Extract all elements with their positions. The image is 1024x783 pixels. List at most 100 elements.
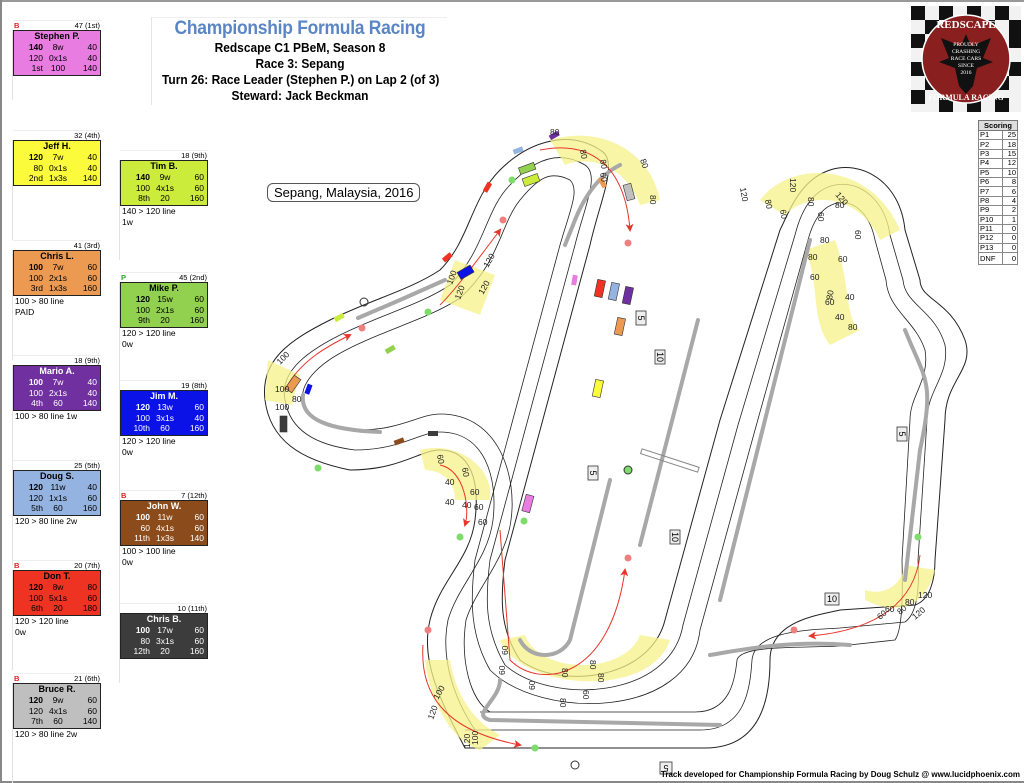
driver-points: 32 (4th) xyxy=(74,131,100,140)
race-car xyxy=(591,378,604,398)
corner-speed-label: 100 xyxy=(274,349,291,366)
corner-speed-label: 60 xyxy=(435,454,447,465)
scoring-points: 0 xyxy=(1002,252,1018,266)
corner-speed-label: 120 xyxy=(425,704,439,721)
driver-stat: 8w xyxy=(52,582,64,592)
driver-stat: 11w xyxy=(50,482,66,492)
driver-stat: 60 xyxy=(194,522,204,533)
driver-stat: 1x3s xyxy=(156,533,174,543)
driver-note: 100 > 80 line 1w xyxy=(15,410,78,421)
marker-label: 10 xyxy=(827,594,837,604)
parked-car xyxy=(512,146,524,155)
driver-stat: 7th xyxy=(31,716,43,726)
parked-car xyxy=(571,274,578,286)
scoring-row: P10 1 xyxy=(977,214,1018,225)
driver-card: 41 (3rd) Chris L. 100 7w 60 100 2x1s 60 3rd 1x3s… xyxy=(12,240,101,360)
driver-stat: 40 xyxy=(87,377,97,387)
driver-stat-row: 120 0x1s 40 xyxy=(17,53,97,64)
driver-note: 140 > 120 line xyxy=(122,205,176,216)
scoring-position: P13 xyxy=(977,242,1004,254)
corner-speed-label: 120 xyxy=(481,251,497,269)
page-header: Championship Formula Racing Redscape C1 … xyxy=(150,18,450,104)
driver-stat-row: 120 8w 80 xyxy=(17,582,97,593)
race-car xyxy=(621,285,634,305)
driver-name: Mike P. xyxy=(149,283,179,293)
driver-stat-row: 100 5x1s 60 xyxy=(17,593,97,604)
scoring-row: P2 18 xyxy=(977,139,1018,150)
marker-label: 5 xyxy=(897,431,907,436)
red-dot xyxy=(790,626,798,634)
scoring-position: P7 xyxy=(977,186,1004,197)
driver-stat: 3rd xyxy=(30,283,43,293)
location-label: Sepang, Malaysia, 2016 xyxy=(267,183,421,202)
card-divider xyxy=(12,683,13,783)
scoring-position: P11 xyxy=(977,223,1004,235)
scoring-row: P7 6 xyxy=(977,186,1018,197)
driver-stat-row: 100 2x1s 60 xyxy=(124,305,204,316)
corner-speed-label: 60 xyxy=(478,517,488,527)
driver-stat: 2x1s xyxy=(49,387,67,398)
page-title: Championship Formula Racing xyxy=(174,18,426,39)
svg-text:FORMULA RACING: FORMULA RACING xyxy=(928,93,1003,102)
driver-name: Stephen P. xyxy=(34,31,80,41)
corner-speed-label: 60 xyxy=(598,172,610,183)
corner-speed-label: 60 xyxy=(500,645,510,655)
driver-stat: 40 xyxy=(87,152,97,162)
driver-stat: 1x1s xyxy=(49,492,67,503)
driver-stat: 20 xyxy=(160,193,170,203)
driver-stat: 12th xyxy=(133,646,150,656)
driver-note: 0w xyxy=(122,446,133,457)
distance-markers: 5 10 5 10 5 10 5 xyxy=(587,310,908,775)
barrier xyxy=(708,641,852,657)
driver-stat-row: 140 9w 60 xyxy=(124,172,204,183)
league-name: Redscape C1 PBeM, Season 8 xyxy=(214,40,386,55)
driver-card-header: B 47 (1st) xyxy=(13,20,101,30)
driver-stat: 5x1s xyxy=(49,592,67,603)
scoring-points: 12 xyxy=(1002,158,1018,169)
driver-stat-box: Stephen P. 140 8w 40 120 0x1s 40 1st 100 140 xyxy=(13,30,101,76)
league-logo: REDSCAPE FORMULA RACING PROUDLY CRASHING R… xyxy=(911,6,1021,112)
driver-stat: 1st xyxy=(31,63,43,73)
card-divider xyxy=(119,390,120,500)
red-dot xyxy=(624,554,632,562)
driver-stat: 140 xyxy=(82,398,97,408)
scoring-position: DNF xyxy=(977,252,1004,266)
driver-stat: 17w xyxy=(157,625,173,635)
green-dot xyxy=(508,176,516,184)
driver-stat: 40 xyxy=(87,52,97,63)
svg-text:REDSCAPE: REDSCAPE xyxy=(936,19,995,31)
driver-stat-box: Chris B. 100 17w 60 80 3x1s 60 12th 20 160 xyxy=(120,613,208,659)
driver-stat: 100 xyxy=(28,377,43,387)
driver-stat: 5th xyxy=(31,503,43,513)
driver-stat: 8w xyxy=(52,42,64,52)
race-car xyxy=(613,316,626,336)
corner-speed-label: 80 xyxy=(848,322,858,332)
steward-name: Steward: Jack Beckman xyxy=(231,88,369,103)
corner-speed-label: 100 xyxy=(470,731,480,745)
driver-stat: 60 xyxy=(194,402,204,412)
driver-note: 100 > 100 line xyxy=(122,545,176,556)
driver-stat: 100 xyxy=(135,412,150,423)
parked-car xyxy=(393,437,405,446)
scoring-points: 25 xyxy=(1002,129,1018,141)
driver-stat: 100 xyxy=(28,387,43,398)
driver-stat: 140 xyxy=(82,63,97,73)
corner-speed-label: 120 xyxy=(738,187,750,203)
card-divider xyxy=(12,470,13,565)
marker-sign: 10 xyxy=(654,349,666,365)
driver-stat: 40 xyxy=(87,482,97,492)
driver-stat: 60 xyxy=(194,625,204,635)
driver-stat: 100 xyxy=(135,625,150,635)
driver-stat-row: 12th 20 160 xyxy=(124,646,204,657)
scoring-position: P6 xyxy=(977,176,1004,188)
driver-stat: 4x1s xyxy=(156,182,174,193)
driver-name: Don T. xyxy=(43,571,71,581)
corner-zone-turn-right-top xyxy=(760,172,900,240)
corner-speed-label: 60 xyxy=(470,487,480,497)
driver-card-header: 41 (3rd) xyxy=(13,240,101,250)
red-dot xyxy=(424,626,432,634)
driver-stat: 2nd xyxy=(28,173,43,183)
driver-stat: 60 xyxy=(53,503,63,513)
driver-stat-row: 7th 60 140 xyxy=(17,716,97,727)
scoring-points: 8 xyxy=(1002,176,1018,188)
